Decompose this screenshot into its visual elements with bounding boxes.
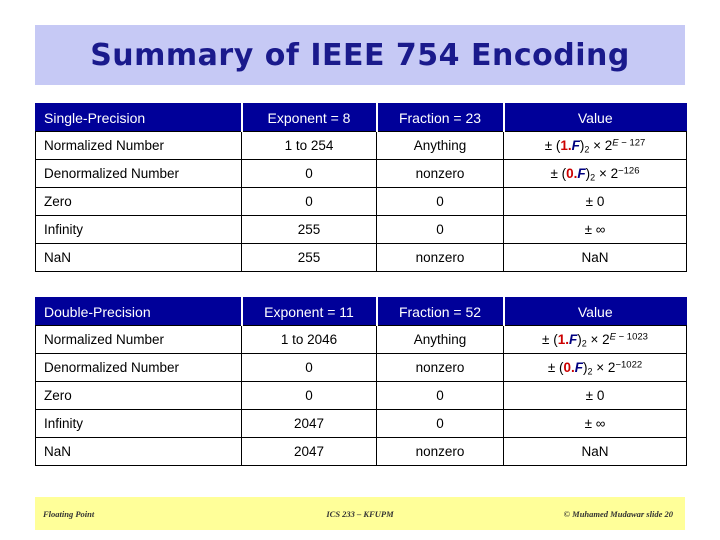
header-single-precision: Single-Precision	[35, 103, 242, 132]
cell-fraction: nonzero	[376, 437, 504, 466]
value-expression: NaN	[581, 444, 609, 459]
table-row: Zero 0 0 ± 0	[35, 187, 687, 216]
cell-exponent: 255	[241, 243, 377, 272]
header-value: Value	[502, 103, 687, 132]
header-fraction: Fraction = 23	[375, 103, 504, 132]
table-row: NaN 255 nonzero NaN	[35, 243, 687, 272]
cell-fraction: 0	[376, 409, 504, 438]
cell-value: ± (0.F)2 × 2−126	[503, 159, 687, 188]
cell-category: Infinity	[35, 215, 242, 244]
value-expression: ± 0	[585, 388, 605, 403]
cell-exponent: 2047	[241, 409, 377, 438]
table-row: Infinity 2047 0 ± ∞	[35, 409, 687, 438]
value-expression: ± 0	[585, 194, 605, 209]
cell-exponent: 2047	[241, 437, 377, 466]
footer-topic: Floating Point	[43, 508, 95, 519]
cell-exponent: 0	[241, 353, 377, 382]
cell-fraction: 0	[376, 381, 504, 410]
table-row: Normalized Number 1 to 254 Anything ± (1.F)…	[35, 131, 687, 160]
value-expression: ± (1.F)2 × 2E − 1023	[542, 331, 648, 348]
header-exponent: Exponent = 11	[240, 297, 377, 326]
cell-category: NaN	[35, 243, 242, 272]
header-value: Value	[502, 297, 687, 326]
table-row: NaN 2047 nonzero NaN	[35, 437, 687, 466]
page-title: Summary of IEEE 754 Encoding	[90, 37, 630, 73]
cell-fraction: nonzero	[376, 243, 504, 272]
header-fraction: Fraction = 52	[375, 297, 504, 326]
value-expression: ± (0.F)2 × 2−1022	[547, 359, 643, 376]
header-exponent: Exponent = 8	[240, 103, 377, 132]
cell-fraction: 0	[376, 215, 504, 244]
cell-fraction: Anything	[376, 325, 504, 354]
cell-value: ± (1.F)2 × 2E − 1023	[503, 325, 687, 354]
cell-category: NaN	[35, 437, 242, 466]
header-double-precision: Double-Precision	[35, 297, 242, 326]
cell-exponent: 0	[241, 187, 377, 216]
cell-fraction: nonzero	[376, 159, 504, 188]
table-row: Infinity 255 0 ± ∞	[35, 215, 687, 244]
cell-value: NaN	[503, 437, 687, 466]
double-precision-table: Double-Precision Exponent = 11 Fraction …	[35, 297, 687, 466]
cell-fraction: nonzero	[376, 353, 504, 382]
cell-value: ± (0.F)2 × 2−1022	[503, 353, 687, 382]
value-expression: NaN	[581, 250, 609, 265]
cell-value: NaN	[503, 243, 687, 272]
cell-value: ± 0	[503, 187, 687, 216]
cell-category: Zero	[35, 187, 242, 216]
cell-exponent: 1 to 254	[241, 131, 377, 160]
cell-exponent: 0	[241, 381, 377, 410]
cell-exponent: 255	[241, 215, 377, 244]
cell-category: Zero	[35, 381, 242, 410]
table-row: Denormalized Number 0 nonzero ± (0.F)2 × 2−…	[35, 159, 687, 188]
value-expression: ± (0.F)2 × 2−126	[550, 165, 640, 182]
slide-title-banner: Summary of IEEE 754 Encoding	[35, 25, 685, 85]
cell-fraction: Anything	[376, 131, 504, 160]
table-row: Zero 0 0 ± 0	[35, 381, 687, 410]
cell-value: ± 0	[503, 381, 687, 410]
single-precision-table: Single-Precision Exponent = 8 Fraction =…	[35, 103, 687, 272]
footer-credit: © Muhamed Mudawar slide 20	[563, 508, 673, 519]
value-expression: ± ∞	[584, 222, 606, 237]
cell-category: Infinity	[35, 409, 242, 438]
value-expression: ± (1.F)2 × 2E − 127	[544, 137, 646, 154]
table-header-row: Double-Precision Exponent = 11 Fraction …	[35, 297, 687, 326]
slide-footer: Floating Point ICS 233 – KFUPM © Muhamed…	[35, 497, 685, 530]
value-expression: ± ∞	[584, 416, 606, 431]
cell-exponent: 0	[241, 159, 377, 188]
table-row: Denormalized Number 0 nonzero ± (0.F)2 × 2−…	[35, 353, 687, 382]
cell-value: ± (1.F)2 × 2E − 127	[503, 131, 687, 160]
cell-value: ± ∞	[503, 215, 687, 244]
cell-value: ± ∞	[503, 409, 687, 438]
cell-category: Denormalized Number	[35, 159, 242, 188]
footer-course: ICS 233 – KFUPM	[326, 508, 394, 519]
double-precision-body: Normalized Number 1 to 2046 Anything ± (1.F…	[35, 325, 687, 466]
cell-fraction: 0	[376, 187, 504, 216]
table-row: Normalized Number 1 to 2046 Anything ± (1.F…	[35, 325, 687, 354]
cell-category: Normalized Number	[35, 131, 242, 160]
cell-exponent: 1 to 2046	[241, 325, 377, 354]
table-header-row: Single-Precision Exponent = 8 Fraction =…	[35, 103, 687, 132]
cell-category: Normalized Number	[35, 325, 242, 354]
single-precision-body: Normalized Number 1 to 254 Anything ± (1.F)…	[35, 131, 687, 272]
cell-category: Denormalized Number	[35, 353, 242, 382]
